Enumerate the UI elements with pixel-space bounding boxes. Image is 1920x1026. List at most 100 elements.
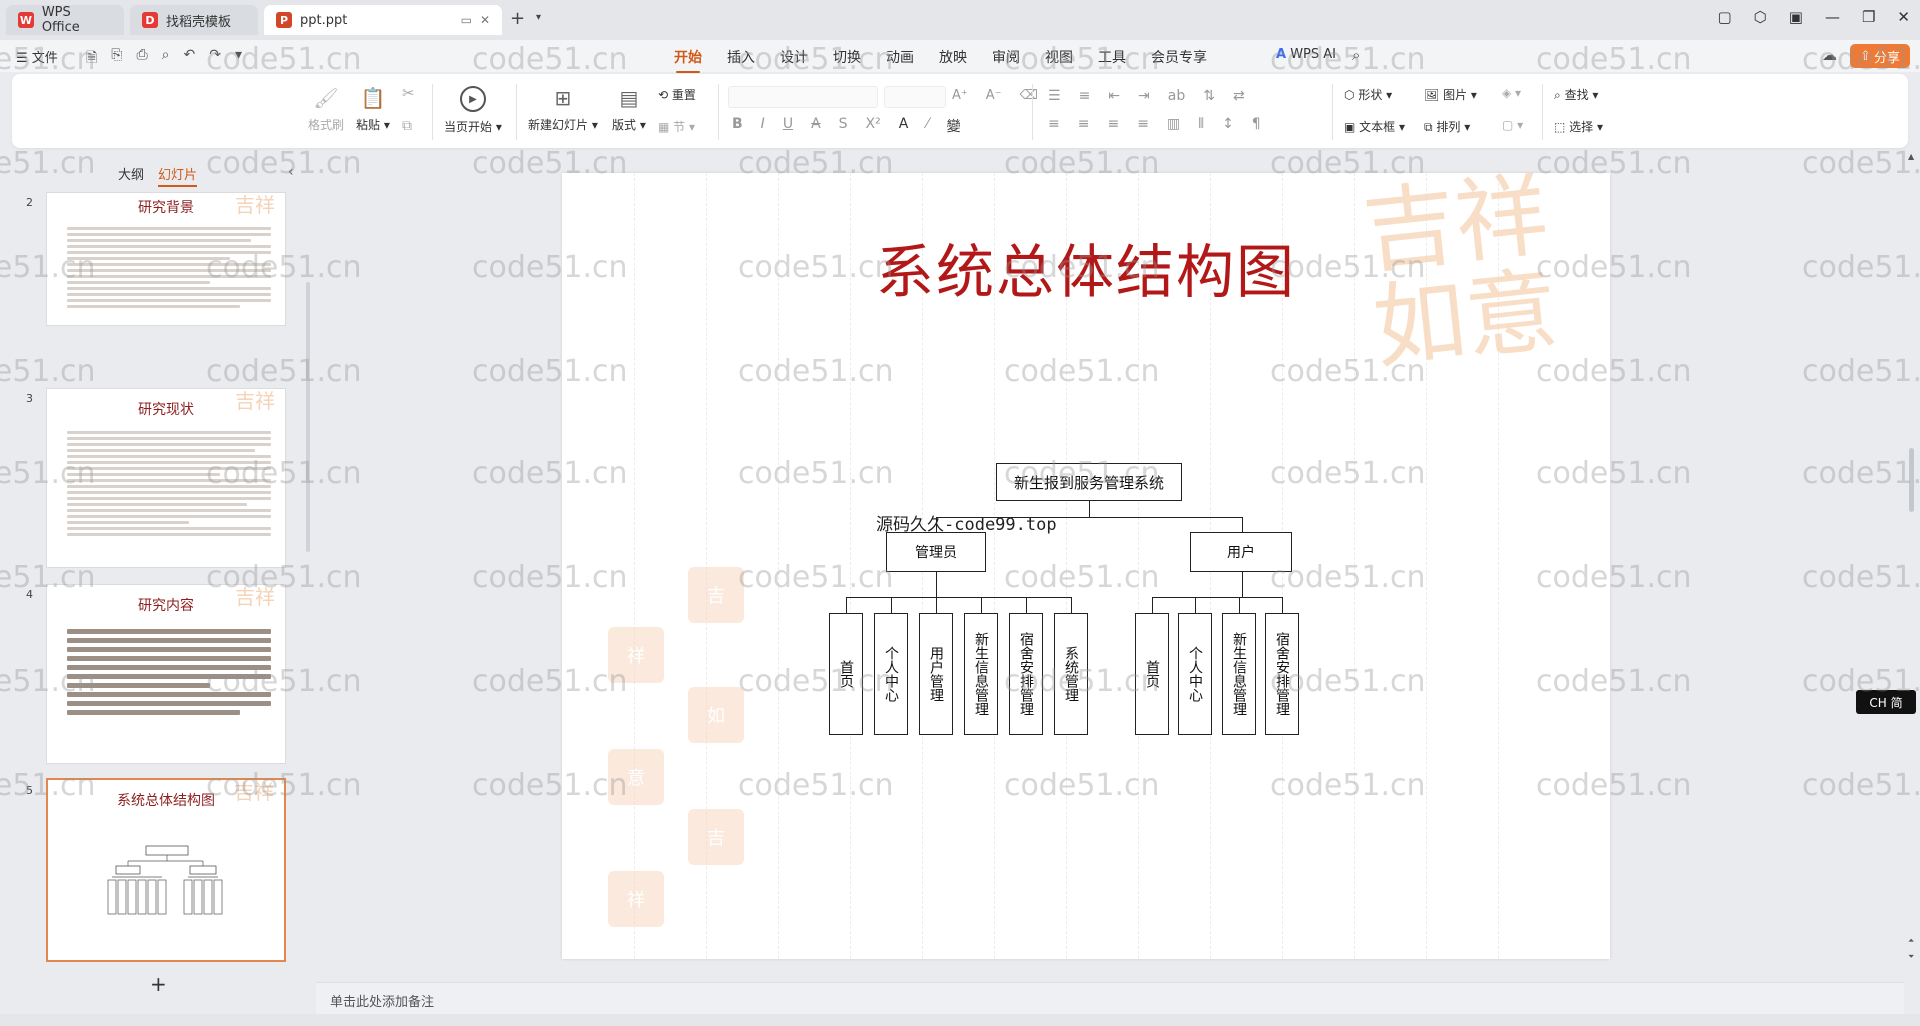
justify-icon[interactable]: ≡ bbox=[1137, 116, 1149, 132]
ribbon-tab[interactable]: 审阅 bbox=[992, 47, 1020, 67]
align-left-icon[interactable]: ≡ bbox=[1048, 116, 1060, 132]
search-icon[interactable]: ⌕ bbox=[1352, 46, 1360, 64]
admin-node[interactable]: 管理员 bbox=[886, 532, 986, 572]
paragraph-icon[interactable]: ¶ bbox=[1252, 116, 1261, 132]
user-child-home[interactable]: 首页 bbox=[1135, 613, 1169, 735]
ribbon-tab[interactable]: 会员专享 bbox=[1151, 47, 1207, 67]
tab-wps-office[interactable]: W WPS Office bbox=[6, 5, 124, 35]
italic-icon[interactable]: I bbox=[761, 116, 765, 136]
notes-pane[interactable]: 单击此处添加备注 bbox=[316, 982, 1904, 1014]
copy-icon[interactable]: ⧉ bbox=[402, 118, 412, 134]
char-spacing-icon[interactable]: 變 bbox=[947, 116, 961, 136]
columns-icon[interactable]: ⫴ bbox=[1198, 116, 1204, 132]
admin-child-system-management[interactable]: 系统管理 bbox=[1054, 613, 1088, 735]
section-button[interactable]: ▦ 节 ▾ bbox=[658, 118, 695, 135]
collapse-panel-icon[interactable]: ‹ bbox=[288, 164, 294, 180]
picture-button[interactable]: 🖼 图片 ▾ bbox=[1424, 86, 1477, 103]
file-menu[interactable]: ☰ 文件 bbox=[16, 47, 58, 66]
tab-docer-templates[interactable]: D 找稻壳模板 bbox=[130, 5, 258, 35]
slides-tab[interactable]: 幻灯片 bbox=[158, 164, 198, 187]
user-child-dorm-arrangement[interactable]: 宿舍安排管理 bbox=[1265, 613, 1299, 735]
ribbon-tab[interactable]: 插入 bbox=[727, 47, 755, 67]
tab-dropdown-icon[interactable]: ▾ bbox=[536, 12, 541, 23]
superscript-icon[interactable]: X² bbox=[866, 116, 881, 136]
distribute-icon[interactable]: ▥ bbox=[1167, 116, 1180, 132]
align-right-icon[interactable]: ≡ bbox=[1107, 116, 1119, 132]
slide-thumbnail-4[interactable]: 研究内容 吉祥 bbox=[46, 584, 286, 764]
tab-ppt-file[interactable]: P ppt.ppt ▭ ✕ bbox=[264, 5, 502, 35]
panel-scrollbar[interactable] bbox=[306, 282, 310, 552]
increase-indent-icon[interactable]: ⇥ bbox=[1138, 88, 1150, 104]
format-painter-button[interactable]: 🖌 格式刷 bbox=[308, 86, 344, 133]
bullets-icon[interactable]: ☰ bbox=[1048, 88, 1061, 104]
font-size-select[interactable] bbox=[884, 86, 946, 108]
slide-thumbnail-3[interactable]: 研究现状 吉祥 bbox=[46, 388, 286, 568]
underline-icon[interactable]: U bbox=[783, 116, 793, 136]
tile-windows-icon[interactable]: ▢ bbox=[1717, 8, 1731, 26]
minimize-icon[interactable]: — bbox=[1825, 8, 1840, 26]
new-slide-button[interactable]: ⊞ 新建幻灯片 ▾ bbox=[528, 86, 598, 133]
outline-icon[interactable]: ▢ ▾ bbox=[1502, 118, 1523, 132]
reset-button[interactable]: ⟲ 重置 bbox=[658, 86, 696, 103]
slide-thumbnail-2[interactable]: 研究背景 吉祥 bbox=[46, 192, 286, 326]
clear-format-icon[interactable]: ⌫ bbox=[1020, 88, 1038, 103]
numbering-icon[interactable]: ≡ bbox=[1079, 88, 1091, 104]
arrange-button[interactable]: ⧉ 排列 ▾ bbox=[1424, 118, 1470, 135]
select-button[interactable]: ⬚ 选择 ▾ bbox=[1554, 118, 1603, 135]
text-direction-icon[interactable]: ab bbox=[1168, 88, 1185, 104]
restore-tab-icon[interactable]: ▭ bbox=[461, 13, 472, 27]
print-icon[interactable]: ⎙ bbox=[136, 47, 147, 71]
save-icon[interactable]: 🗎 bbox=[86, 47, 97, 71]
paste-button[interactable]: 📋 粘贴 ▾ bbox=[356, 86, 390, 133]
scroll-up-icon[interactable]: ▲ bbox=[1908, 152, 1914, 161]
find-button[interactable]: ⌕ 查找 ▾ bbox=[1554, 86, 1598, 103]
scrollbar-thumb[interactable] bbox=[1909, 448, 1914, 512]
bold-icon[interactable]: B bbox=[732, 116, 743, 136]
align-center-icon[interactable]: ≡ bbox=[1078, 116, 1090, 132]
highlight-icon[interactable]: ⁄ bbox=[926, 116, 928, 136]
admin-child-home[interactable]: 首页 bbox=[829, 613, 863, 735]
print-preview-icon[interactable]: ⌕ bbox=[162, 47, 170, 71]
user-child-student-info[interactable]: 新生信息管理 bbox=[1222, 613, 1256, 735]
canvas-scrollbar[interactable]: ▲ ⏶ ⏷ bbox=[1908, 152, 1916, 972]
share-button[interactable]: ⇧ 分享 bbox=[1850, 44, 1910, 68]
convert-icon[interactable]: ⇄ bbox=[1233, 88, 1245, 104]
shape-button[interactable]: ⬡ 形状 ▾ bbox=[1344, 86, 1392, 103]
add-slide-icon[interactable]: + bbox=[150, 972, 167, 996]
sort-icon[interactable]: ⇅ bbox=[1203, 88, 1215, 104]
close-tab-icon[interactable]: ✕ bbox=[480, 13, 490, 27]
ribbon-tab[interactable]: 开始 bbox=[674, 47, 702, 73]
font-color-icon[interactable]: A bbox=[899, 116, 909, 136]
ribbon-tab[interactable]: 设计 bbox=[780, 47, 808, 67]
shrink-font-icon[interactable]: A⁻ bbox=[986, 88, 1002, 103]
start-show-button[interactable]: ▶ 当页开始 ▾ bbox=[444, 86, 502, 135]
slide-thumbnail-5[interactable]: 系统总体结构图 吉祥 bbox=[46, 778, 286, 962]
avatar-icon[interactable]: ▣ bbox=[1789, 8, 1803, 26]
ribbon-tab[interactable]: 视图 bbox=[1045, 47, 1073, 67]
ime-indicator[interactable]: CH 简 bbox=[1856, 690, 1916, 714]
admin-child-dorm-arrangement[interactable]: 宿舍安排管理 bbox=[1009, 613, 1043, 735]
new-tab-icon[interactable]: + bbox=[510, 8, 525, 29]
fill-icon[interactable]: ◈ ▾ bbox=[1502, 86, 1521, 100]
layout-button[interactable]: ▤ 版式 ▾ bbox=[612, 86, 646, 133]
ribbon-tab[interactable]: 工具 bbox=[1098, 47, 1126, 67]
user-child-personal-center[interactable]: 个人中心 bbox=[1178, 613, 1212, 735]
shadow-icon[interactable]: S bbox=[839, 116, 848, 136]
ribbon-tab[interactable]: 放映 bbox=[939, 47, 967, 67]
textbox-button[interactable]: ▣ 文本框 ▾ bbox=[1344, 118, 1405, 135]
user-node[interactable]: 用户 bbox=[1190, 532, 1292, 572]
export-icon[interactable]: ⎘ bbox=[111, 47, 122, 71]
quick-more-icon[interactable]: ▾ bbox=[235, 47, 242, 71]
wps-ai-button[interactable]: A WPS AI bbox=[1276, 47, 1336, 62]
admin-child-user-management[interactable]: 用户管理 bbox=[919, 613, 953, 735]
outline-tab[interactable]: 大纲 bbox=[118, 164, 144, 187]
slide-canvas[interactable]: 吉祥 如意 吉 祥 如 意 吉 祥 系统总体结构图 新生报到服务管理系统 源码久久… bbox=[562, 173, 1610, 959]
ribbon-tab[interactable]: 切换 bbox=[833, 47, 861, 67]
grow-font-icon[interactable]: A⁺ bbox=[952, 88, 968, 103]
font-family-select[interactable] bbox=[728, 86, 878, 108]
ribbon-tab[interactable]: 动画 bbox=[886, 47, 914, 67]
admin-child-personal-center[interactable]: 个人中心 bbox=[874, 613, 908, 735]
restore-icon[interactable]: ❐ bbox=[1862, 8, 1875, 26]
slide-title[interactable]: 系统总体结构图 bbox=[562, 225, 1610, 309]
next-slide-icon[interactable]: ⏷ bbox=[1908, 952, 1914, 962]
